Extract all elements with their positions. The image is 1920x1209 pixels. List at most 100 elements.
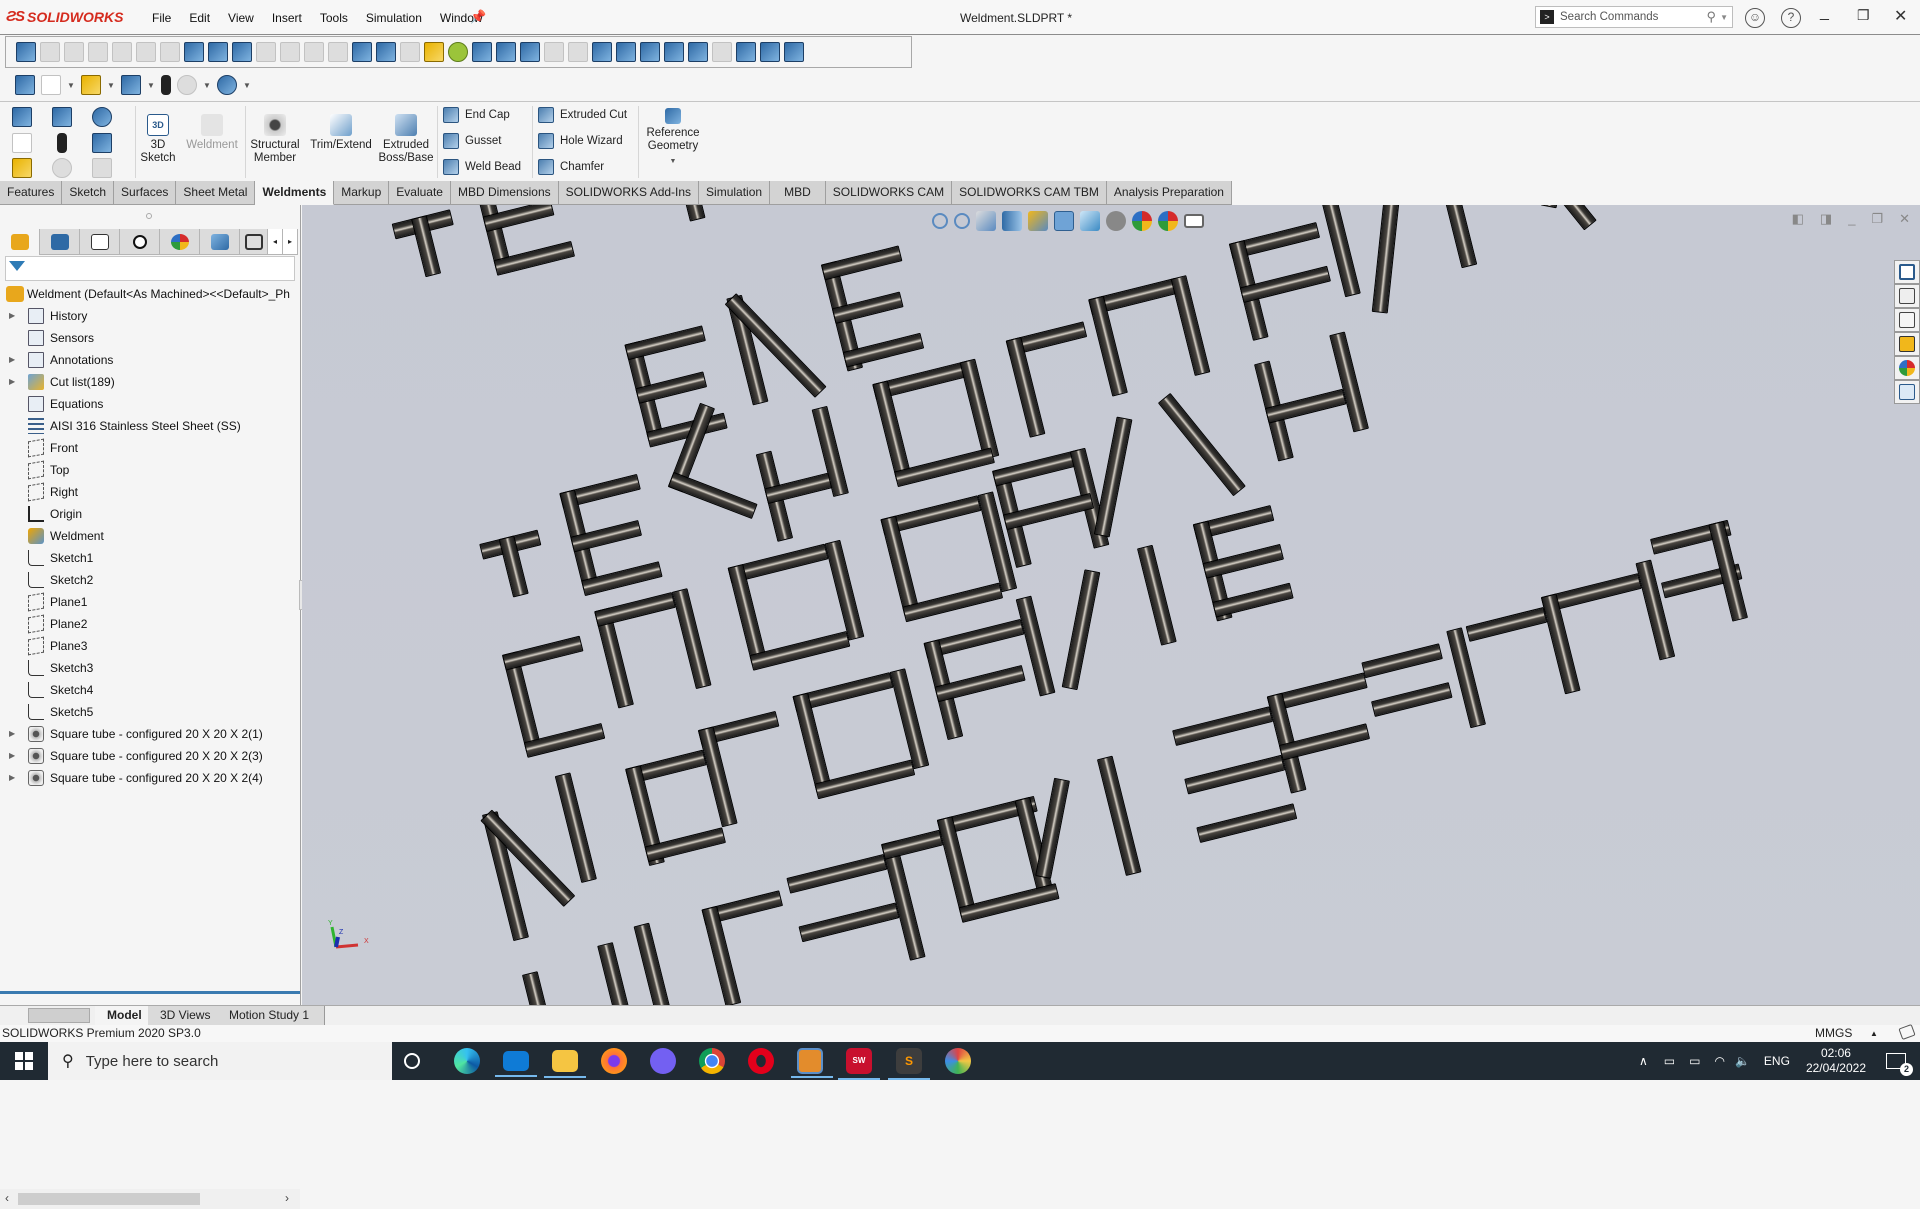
surface-finish-icon[interactable] xyxy=(112,42,132,62)
square-tube-member[interactable] xyxy=(1093,416,1133,538)
tab-model[interactable]: Model xyxy=(95,1006,155,1025)
cam-operation-tree-tab[interactable] xyxy=(240,229,268,255)
printer-3d-icon[interactable] xyxy=(664,42,684,62)
expand-arrow-icon[interactable]: ▶ xyxy=(9,745,15,767)
rollback-bar[interactable] xyxy=(0,991,300,994)
chevron-down-icon[interactable]: ▼ xyxy=(243,81,251,90)
tree-item-right[interactable]: Right xyxy=(0,481,300,503)
undo-icon[interactable] xyxy=(217,75,237,95)
import-annotations-icon[interactable] xyxy=(40,42,60,62)
start-button[interactable] xyxy=(0,1042,48,1080)
square-tube-member[interactable] xyxy=(1321,205,1361,298)
displaymanager-tab[interactable] xyxy=(160,229,200,255)
u-channel-icon[interactable] xyxy=(184,42,204,62)
reference-geometry-button[interactable]: Reference Geometry ▼ xyxy=(642,108,704,168)
menu-edit[interactable]: Edit xyxy=(180,11,219,25)
chrome-icon[interactable] xyxy=(699,1048,725,1074)
panel-grip-handle[interactable] xyxy=(146,213,152,219)
hole-wizard-button[interactable]: Hole Wizard xyxy=(538,133,623,149)
extruded-cut-button[interactable]: Extruded Cut xyxy=(538,107,627,123)
dynamic-annotation-icon[interactable] xyxy=(1028,211,1048,231)
display-style-icon[interactable] xyxy=(1080,211,1100,231)
cosmetic-thread-icon[interactable] xyxy=(256,42,276,62)
tree-item-square-tube-configured-20-x-20-x-2-4[interactable]: ▶ Square tube - configured 20 X 20 X 2(4) xyxy=(0,767,300,789)
view-orientation-icon[interactable] xyxy=(1054,211,1074,231)
taskbar-search-box[interactable]: ⚲ Type here to search xyxy=(48,1042,392,1080)
help-bubble-icon[interactable] xyxy=(616,42,636,62)
edit-appearance-icon[interactable] xyxy=(1132,211,1152,231)
spring-icon[interactable] xyxy=(736,42,756,62)
menu-view[interactable]: View xyxy=(219,11,263,25)
gears-icon[interactable] xyxy=(376,42,396,62)
tree-filter-input[interactable] xyxy=(5,256,295,281)
tree-item-sketch4[interactable]: Sketch4 xyxy=(0,679,300,701)
viber-icon[interactable] xyxy=(650,1048,676,1074)
square-tube-member[interactable] xyxy=(889,668,930,770)
square-tube-member[interactable] xyxy=(786,853,888,894)
chevron-down-icon[interactable]: ▼ xyxy=(147,81,155,90)
chamfer-button[interactable]: Chamfer xyxy=(538,159,604,175)
tree-item-sketch2[interactable]: Sketch2 xyxy=(0,569,300,591)
tab-solidworks-cam[interactable]: SOLIDWORKS CAM xyxy=(825,181,953,205)
home-icon[interactable] xyxy=(15,75,35,95)
restore-icon[interactable]: ❐ xyxy=(1857,7,1870,24)
search-commands-field[interactable]: > Search Commands ⚲ ▼ xyxy=(1535,6,1733,28)
solidworks-2020-icon[interactable]: SW xyxy=(838,1048,880,1080)
file-explorer-icon[interactable] xyxy=(544,1050,586,1078)
expand-arrow-icon[interactable]: ▶ xyxy=(9,349,15,371)
section-view-icon[interactable] xyxy=(1002,211,1022,231)
weld-bead-button[interactable]: Weld Bead xyxy=(443,159,521,175)
square-tube-member[interactable] xyxy=(958,883,1060,923)
square-tube-member[interactable] xyxy=(1371,682,1453,717)
square-tube-member[interactable] xyxy=(633,922,674,1005)
graphics-area[interactable]: ◧ ◨ _ ❐ ✕ Y Z X xyxy=(302,205,1920,1005)
probe-icon[interactable] xyxy=(784,42,804,62)
traffic-light-icon[interactable] xyxy=(57,133,67,153)
trim-extend-button[interactable]: Trim/Extend xyxy=(308,114,374,152)
square-tube-member[interactable] xyxy=(1435,205,1478,269)
dimxpertmanager-tab[interactable] xyxy=(120,229,160,255)
square-tube-member[interactable] xyxy=(1184,754,1286,795)
square-tube-member[interactable] xyxy=(1172,706,1274,746)
extruded-boss-base-button[interactable]: Extruded Boss/Base xyxy=(378,114,434,165)
square-tube-member[interactable] xyxy=(934,664,1026,703)
mail-icon[interactable] xyxy=(495,1051,537,1077)
notifications-icon[interactable]: 2 xyxy=(1886,1053,1913,1076)
tab-mbd-dimensions[interactable]: MBD Dimensions xyxy=(450,181,559,205)
tab-surfaces[interactable]: Surfaces xyxy=(114,181,177,205)
square-tube-member[interactable] xyxy=(1465,606,1548,642)
show-hidden-icons-icon[interactable]: ∧ xyxy=(1639,1054,1648,1068)
tree-item-cut-list-189[interactable]: ▶ Cut list(189) xyxy=(0,371,300,393)
square-tube-member[interactable] xyxy=(959,358,1000,460)
tree-item-history[interactable]: ▶ History xyxy=(0,305,300,327)
expand-arrow-icon[interactable]: ▶ xyxy=(9,305,15,327)
battery-icon[interactable]: ▭ xyxy=(1689,1054,1700,1068)
design-library-tab[interactable] xyxy=(1894,284,1920,308)
rebuild-icon[interactable] xyxy=(424,42,444,62)
tab-sketch[interactable]: Sketch xyxy=(62,181,115,205)
chevron-down-icon[interactable]: ▼ xyxy=(67,81,75,90)
tab-motion-study-1[interactable]: Motion Study 1 xyxy=(217,1006,325,1025)
menu-tools[interactable]: Tools xyxy=(311,11,357,25)
square-tube-member[interactable] xyxy=(1508,205,1597,231)
decal-icon[interactable] xyxy=(544,42,564,62)
chevron-down-icon[interactable]: ▼ xyxy=(203,81,211,90)
custom-properties-tab[interactable] xyxy=(1894,380,1920,404)
square-tube-member[interactable] xyxy=(1196,803,1298,844)
save-icon[interactable] xyxy=(52,107,72,127)
scene-icon[interactable] xyxy=(568,42,588,62)
square-tube-member[interactable] xyxy=(597,942,637,1005)
wifi-icon[interactable]: ◠ xyxy=(1714,1054,1724,1068)
viewport-minimize-icon[interactable]: _ xyxy=(1848,211,1855,227)
rebuild-traffic-light-icon[interactable] xyxy=(161,75,171,95)
volume-icon[interactable]: 🔈 xyxy=(1735,1054,1750,1068)
tab-weldments[interactable]: Weldments xyxy=(255,181,335,205)
help-icon[interactable]: ? xyxy=(1781,8,1801,28)
tools-icon[interactable] xyxy=(592,42,612,62)
plot-icon[interactable] xyxy=(496,42,516,62)
new-document-icon[interactable] xyxy=(41,75,61,95)
tree-item-front[interactable]: Front xyxy=(0,437,300,459)
configurationmanager-tab[interactable] xyxy=(80,229,120,255)
paint-icon[interactable] xyxy=(945,1048,971,1074)
pin-icon[interactable]: 📌 xyxy=(470,9,486,25)
